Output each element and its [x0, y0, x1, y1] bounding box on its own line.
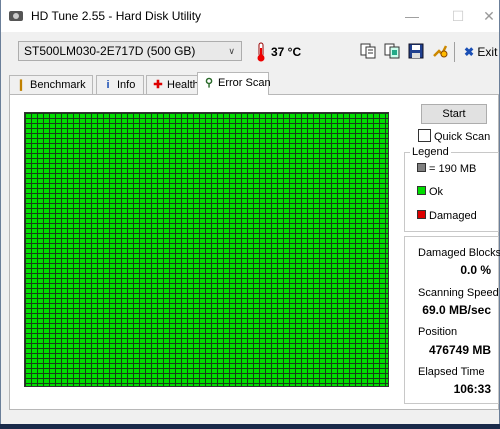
tab-health-label: Health: [167, 79, 199, 91]
damaged-blocks-label: Damaged Blocks: [418, 247, 500, 259]
toolbar-separator: [454, 42, 455, 62]
scan-block-grid: [24, 112, 389, 387]
tab-health[interactable]: ✚ Health: [146, 75, 200, 94]
copy-image-icon[interactable]: [383, 42, 401, 60]
elapsed-time-value: 106:33: [453, 382, 491, 396]
tab-benchmark-label: Benchmark: [30, 79, 86, 91]
drive-select-value: ST500LM030-2E717D (500 GB): [24, 44, 196, 58]
legend-block-size-label: = 190 MB: [429, 163, 477, 175]
save-icon[interactable]: [407, 42, 425, 60]
maximize-button[interactable]: ☐: [435, 0, 481, 32]
scan-stats-box: [404, 236, 499, 404]
scanning-speed-value: 69.0 MB/sec: [422, 303, 491, 317]
tab-benchmark[interactable]: ❙ Benchmark: [9, 75, 93, 94]
exit-button[interactable]: ✖ Exit: [464, 45, 497, 59]
desktop-background: [0, 424, 500, 429]
legend-item-damaged: Damaged: [417, 210, 477, 222]
tab-error-scan[interactable]: ⚲ Error Scan: [197, 72, 271, 95]
tab-error-scan-label: Error Scan: [218, 77, 271, 89]
tab-info-label: Info: [117, 79, 136, 91]
options-icon[interactable]: [431, 42, 449, 60]
elapsed-time-label: Elapsed Time: [418, 366, 485, 378]
close-button[interactable]: ✕: [477, 0, 500, 32]
quick-scan-label: Quick Scan: [434, 131, 491, 143]
position-label: Position: [418, 326, 458, 338]
legend-item-ok: Ok: [417, 186, 443, 198]
copy-text-icon[interactable]: [359, 42, 377, 60]
quick-scan-option[interactable]: Quick Scan: [418, 129, 490, 143]
magnifier-icon: ⚲: [204, 77, 214, 89]
gray-swatch-icon: [417, 163, 426, 172]
info-icon: i: [106, 79, 110, 91]
app-icon: [9, 11, 23, 21]
quick-scan-checkbox[interactable]: [418, 129, 431, 142]
scanning-speed-label: Scanning Speed: [418, 287, 499, 299]
thermometer-icon: [257, 42, 265, 62]
exit-label: Exit: [477, 45, 498, 59]
health-icon: ✚: [153, 79, 163, 91]
app-window: HD Tune 2.55 - Hard Disk Utility — ☐ ✕ S…: [0, 0, 500, 429]
tab-info[interactable]: i Info: [96, 75, 144, 94]
benchmark-icon: ❙: [16, 79, 26, 91]
legend-item-block-size: = 190 MB: [417, 163, 476, 175]
damaged-blocks-value: 0.0 %: [460, 263, 491, 277]
start-button[interactable]: Start: [421, 104, 487, 124]
window-title: HD Tune 2.55 - Hard Disk Utility: [31, 9, 202, 23]
drive-select[interactable]: ST500LM030-2E717D (500 GB) ∨: [18, 41, 242, 61]
position-value: 476749 MB: [428, 343, 491, 357]
green-swatch-icon: [417, 186, 426, 195]
title-bar[interactable]: HD Tune 2.55 - Hard Disk Utility — ☐ ✕: [1, 0, 499, 32]
temperature-value: 37 °C: [271, 45, 302, 59]
legend-title: Legend: [410, 146, 451, 158]
exit-icon: ✖: [464, 45, 475, 59]
legend-ok-label: Ok: [429, 186, 444, 198]
minimize-button[interactable]: —: [389, 0, 435, 32]
legend-damaged-label: Damaged: [429, 210, 477, 222]
chevron-down-icon: ∨: [228, 46, 235, 56]
red-swatch-icon: [417, 210, 426, 219]
